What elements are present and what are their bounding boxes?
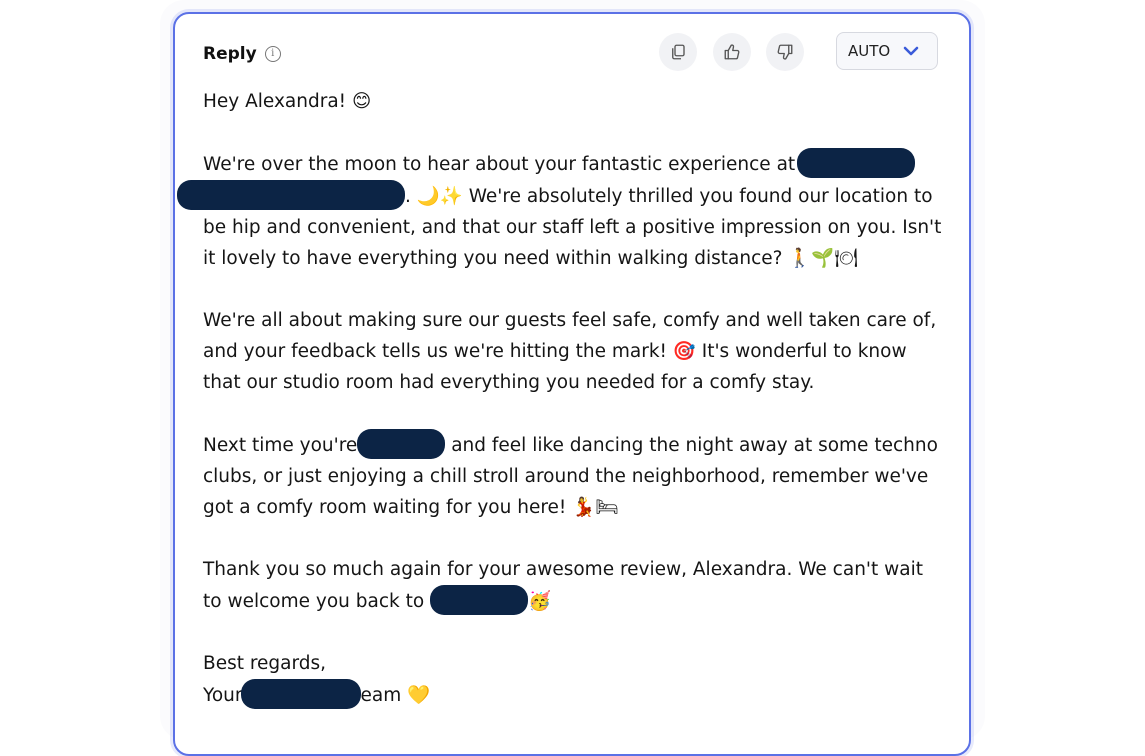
reply-greeting: Hey Alexandra! 😊 (203, 91, 372, 112)
chevron-down-icon (903, 46, 919, 56)
reply-header: Reply i (203, 44, 281, 64)
redacted-block (430, 585, 529, 615)
response-mode-value: AUTO (848, 42, 891, 60)
thumbs-down-button[interactable] (766, 33, 804, 71)
reply-paragraph-2: We're all about making sure our guests f… (203, 310, 937, 393)
redacted-block (240, 679, 361, 709)
reply-signoff: Best regards, (203, 653, 327, 674)
copy-button[interactable] (659, 33, 697, 71)
response-mode-select[interactable]: AUTO (836, 32, 938, 70)
thumbs-up-icon (724, 44, 740, 60)
reply-paragraph-4: Thank you so much again for your awesome… (203, 554, 943, 617)
reply-signature: Your eam 💛 (203, 679, 943, 711)
reply-card: Reply i AUTO Hey Alexandra! 😊 We're over… (173, 12, 971, 756)
copy-icon (672, 44, 685, 60)
info-icon[interactable]: i (264, 46, 281, 62)
redacted-block (357, 429, 446, 459)
thumbs-up-button[interactable] (713, 33, 751, 71)
thumbs-down-icon (777, 44, 793, 60)
reply-paragraph-1: We're over the moon to hear about your f… (177, 148, 943, 274)
redacted-block (177, 180, 405, 210)
reply-label: Reply (203, 44, 257, 64)
reply-paragraph-3: Next time you're and feel like dancing t… (203, 429, 943, 523)
redacted-block (797, 148, 916, 178)
reply-body[interactable]: Hey Alexandra! 😊 We're over the moon to … (177, 86, 943, 711)
